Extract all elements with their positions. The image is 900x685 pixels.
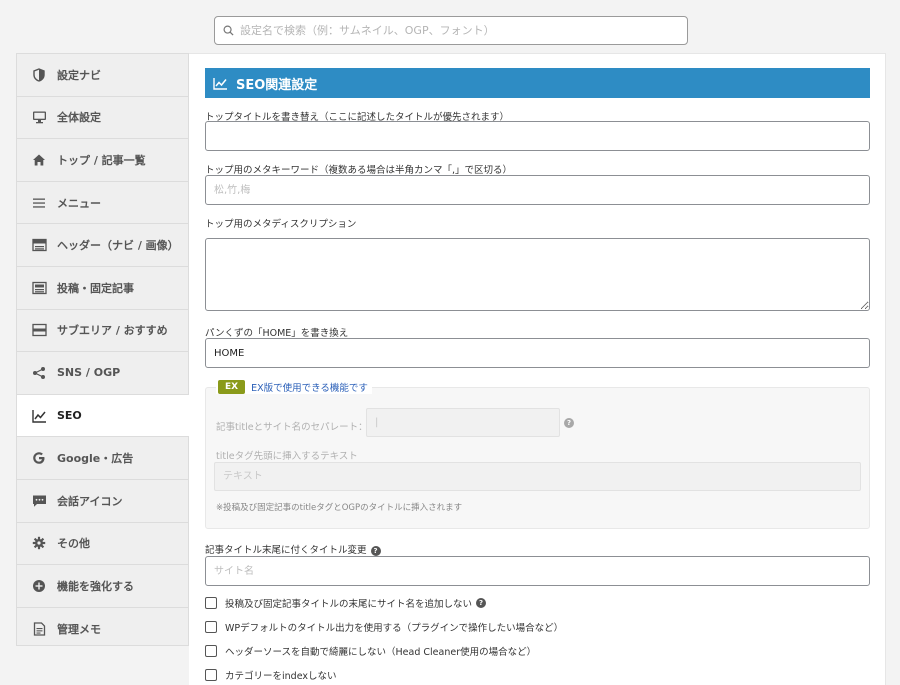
sidebar-item-label: 管理メモ — [57, 623, 101, 637]
plus-circle-icon — [31, 578, 47, 594]
title-suffix-label: 記事タイトル末尾に付くタイトル変更? — [205, 542, 381, 556]
help-icon: ? — [564, 418, 574, 428]
sidebar-item-chat[interactable]: 会話アイコン — [17, 480, 188, 523]
search-box[interactable] — [214, 16, 688, 45]
checkbox-label: WPデフォルトのタイトル出力を使用する（プラグインで操作したい場合など） — [225, 623, 564, 634]
title-suffix-input[interactable] — [205, 556, 870, 586]
checkbox[interactable] — [205, 669, 217, 681]
top-keywords-input[interactable] — [205, 175, 870, 205]
search-icon — [223, 25, 234, 36]
search-input[interactable] — [240, 24, 660, 37]
checkbox[interactable] — [205, 621, 217, 633]
checkbox-row-category-noindex[interactable]: カテゴリーをindexしない — [205, 668, 337, 682]
sidebar-item-menu[interactable]: メニュー — [17, 182, 188, 225]
checkbox-label: カテゴリーをindexしない — [225, 671, 337, 682]
prefix-input: テキスト — [214, 462, 861, 491]
section-title: SEO関連設定 — [236, 77, 318, 93]
sidebar-item-label: サブエリア / おすすめ — [57, 324, 168, 338]
checkbox-label: ヘッダーソースを自動で綺麗にしない（Head Cleaner使用の場合など） — [225, 647, 537, 658]
checkbox-row-wp-title[interactable]: WPデフォルトのタイトル出力を使用する（プラグインで操作したい場合など） — [205, 620, 563, 634]
google-icon — [31, 450, 47, 466]
help-icon[interactable]: ? — [476, 598, 487, 608]
sidebar-item-label: ヘッダー（ナビ / 画像） — [57, 239, 179, 253]
sidebar-item-label: Google・広告 — [57, 452, 134, 466]
share-icon — [31, 365, 47, 381]
sidebar-item-label: 投稿・固定記事 — [57, 281, 134, 295]
chat-icon — [31, 493, 47, 509]
ex-feature-box: EX EX版で使用できる機能です 記事titleとサイト名のセパレート： | ?… — [205, 380, 870, 529]
separator-value: | — [375, 417, 379, 428]
sidebar-item-subarea[interactable]: サブエリア / おすすめ — [17, 310, 188, 353]
ex-badge: EX — [218, 380, 246, 394]
separator-label: 記事titleとサイト名のセパレート： — [216, 422, 368, 433]
sidebar-item-top[interactable]: トップ / 記事一覧 — [17, 139, 188, 182]
home-icon — [31, 152, 47, 168]
sidebar-item-google[interactable]: Google・広告 — [17, 437, 188, 480]
checkbox-row-head-clean[interactable]: ヘッダーソースを自動で綺麗にしない（Head Cleaner使用の場合など） — [205, 644, 536, 658]
top-title-input[interactable] — [205, 121, 870, 151]
top-keywords-label: トップ用のメタキーワード（複数ある場合は半角カンマ「,」で区切る） — [205, 165, 513, 176]
sidebar-item-label: トップ / 記事一覧 — [57, 153, 146, 167]
checkbox[interactable] — [205, 645, 217, 657]
shield-icon — [31, 67, 47, 83]
ex-legend: EX EX版で使用できる機能です — [216, 380, 372, 394]
sidebar-item-label: 設定ナビ — [57, 68, 101, 82]
separator-input: | — [366, 408, 560, 437]
breadcrumb-home-label: パンくずの「HOME」を書き換え — [205, 328, 349, 339]
top-description-label: トップ用のメタディスクリプション — [205, 219, 357, 230]
sidebar-item-label: 全体設定 — [57, 111, 101, 125]
checkbox-label: 投稿及び固定記事タイトルの末尾にサイト名を追加しない — [225, 599, 473, 610]
sidebar-item-other[interactable]: その他 — [17, 523, 188, 566]
sidebar-item-seo[interactable]: SEO — [17, 394, 189, 438]
chart-line-icon — [31, 408, 47, 424]
checkbox[interactable] — [205, 597, 217, 609]
sidebar-item-label: SNS / OGP — [57, 366, 121, 380]
gear-icon — [31, 535, 47, 551]
sidebar-item-label: 機能を強化する — [57, 579, 134, 593]
sidebar-item-label: SEO — [57, 409, 82, 423]
sidebar-item-label: その他 — [57, 537, 90, 551]
sidebar-item-extend[interactable]: 機能を強化する — [17, 565, 188, 608]
subarea-icon — [31, 322, 47, 338]
help-icon[interactable]: ? — [370, 545, 381, 556]
sidebar-item-label: 会話アイコン — [57, 494, 123, 508]
settings-sidebar: 設定ナビ 全体設定 トップ / 記事一覧 メニュー ヘッダー（ナビ / 画像） … — [16, 53, 189, 646]
sidebar-item-label: メニュー — [57, 196, 101, 210]
top-description-textarea[interactable] — [205, 238, 870, 311]
sidebar-item-settings-nav[interactable]: 設定ナビ — [17, 54, 188, 97]
section-header: SEO関連設定 — [205, 68, 870, 98]
header-icon — [31, 237, 47, 253]
checkbox-row-no-sitename[interactable]: 投稿及び固定記事タイトルの末尾にサイト名を追加しない ? — [205, 596, 487, 610]
sidebar-item-general[interactable]: 全体設定 — [17, 97, 188, 140]
monitor-icon — [31, 109, 47, 125]
menu-icon — [31, 195, 47, 211]
post-icon — [31, 280, 47, 296]
ex-note: ※投稿及び固定記事のtitleタグとOGPのタイトルに挿入されます — [216, 503, 463, 513]
prefix-label: titleタグ先頭に挿入するテキスト — [216, 451, 358, 462]
ex-legend-text: EX版で使用できる機能です — [251, 383, 368, 394]
chart-line-icon — [213, 77, 227, 90]
title-suffix-label-text: 記事タイトル末尾に付くタイトル変更 — [205, 545, 367, 556]
sidebar-item-posts[interactable]: 投稿・固定記事 — [17, 267, 188, 310]
sidebar-item-sns[interactable]: SNS / OGP — [17, 352, 188, 395]
breadcrumb-home-input[interactable] — [205, 338, 870, 368]
sidebar-item-header[interactable]: ヘッダー（ナビ / 画像） — [17, 224, 188, 267]
prefix-placeholder: テキスト — [223, 471, 263, 482]
sidebar-item-memo[interactable]: 管理メモ — [17, 608, 188, 651]
settings-panel: SEO関連設定 トップタイトルを書き替え（ここに記述したタイトルが優先されます）… — [189, 53, 886, 685]
memo-icon — [31, 621, 47, 637]
